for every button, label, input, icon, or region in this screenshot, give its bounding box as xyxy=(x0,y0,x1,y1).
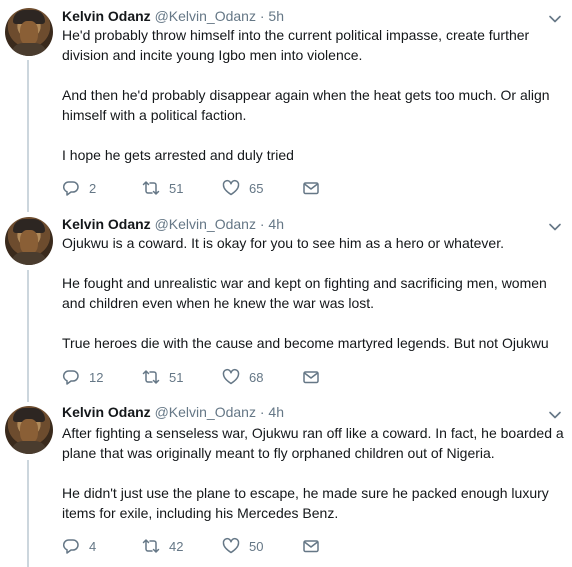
like-count: 65 xyxy=(249,180,264,196)
heart-icon xyxy=(222,180,240,196)
reply-count: 2 xyxy=(89,180,97,196)
retweet-button[interactable]: 51 xyxy=(142,178,183,198)
avatar[interactable] xyxy=(5,217,53,265)
like-count: 50 xyxy=(249,538,264,554)
avatar[interactable] xyxy=(5,8,53,56)
chevron-down-icon[interactable] xyxy=(548,12,562,26)
reply-count: 12 xyxy=(89,369,104,385)
reply-button[interactable]: 12 xyxy=(62,367,103,387)
envelope-icon xyxy=(303,540,319,553)
tweet-header: Kelvin Odanz @Kelvin_Odanz · 4h xyxy=(62,214,284,234)
tweet-paragraph: I hope he gets arrested and duly tried xyxy=(62,147,294,163)
timestamp[interactable]: · 4h xyxy=(260,216,284,232)
tweet-text: After fighting a senseless war, Ojukwu r… xyxy=(62,423,567,523)
heart-icon xyxy=(222,369,240,385)
chevron-down-icon[interactable] xyxy=(548,408,562,422)
like-button[interactable]: 65 xyxy=(222,178,263,198)
chevron-down-icon[interactable] xyxy=(548,220,562,234)
tweet-text: He'd probably throw himself into the cur… xyxy=(62,25,567,165)
reply-icon xyxy=(62,370,79,385)
dm-button[interactable] xyxy=(302,536,320,556)
reply-button[interactable]: 2 xyxy=(62,178,96,198)
display-name[interactable]: Kelvin Odanz xyxy=(62,8,151,24)
dm-button[interactable] xyxy=(302,178,320,198)
tweet-paragraph: Ojukwu is a coward. It is okay for you t… xyxy=(62,235,504,251)
reply-count: 4 xyxy=(89,538,97,554)
tweet-paragraph: And then he'd probably disappear again w… xyxy=(62,87,550,123)
reply-button[interactable]: 4 xyxy=(62,536,96,556)
timestamp[interactable]: · 4h xyxy=(260,404,284,420)
display-name[interactable]: Kelvin Odanz xyxy=(62,404,151,420)
tweet-header: Kelvin Odanz @Kelvin_Odanz · 4h xyxy=(62,402,284,422)
like-button[interactable]: 68 xyxy=(222,367,263,387)
tweet-header: Kelvin Odanz @Kelvin_Odanz · 5h xyxy=(62,6,284,26)
display-name[interactable]: Kelvin Odanz xyxy=(62,216,151,232)
tweet-text: Ojukwu is a coward. It is okay for you t… xyxy=(62,233,567,353)
tweet-paragraph: He didn't just use the plane to escape, … xyxy=(62,485,549,521)
timestamp[interactable]: · 5h xyxy=(260,8,284,24)
retweet-icon xyxy=(142,181,160,195)
avatar[interactable] xyxy=(5,406,53,454)
envelope-icon xyxy=(303,371,319,384)
like-count: 68 xyxy=(249,369,264,385)
user-handle[interactable]: @Kelvin_Odanz xyxy=(155,216,256,232)
retweet-button[interactable]: 42 xyxy=(142,536,183,556)
heart-icon xyxy=(222,538,240,554)
retweet-icon xyxy=(142,539,160,553)
tweet-paragraph: True heroes die with the cause and becom… xyxy=(62,335,549,351)
retweet-button[interactable]: 51 xyxy=(142,367,183,387)
envelope-icon xyxy=(303,182,319,195)
tweet-paragraph: After fighting a senseless war, Ojukwu r… xyxy=(62,425,564,461)
user-handle[interactable]: @Kelvin_Odanz xyxy=(155,404,256,420)
reply-icon xyxy=(62,539,79,554)
retweet-count: 51 xyxy=(169,180,184,196)
thread-line xyxy=(27,460,29,567)
dm-button[interactable] xyxy=(302,367,320,387)
retweet-count: 42 xyxy=(169,538,184,554)
like-button[interactable]: 50 xyxy=(222,536,263,556)
retweet-count: 51 xyxy=(169,369,184,385)
retweet-icon xyxy=(142,370,160,384)
reply-icon xyxy=(62,181,79,196)
thread-line xyxy=(27,270,29,402)
tweet-paragraph: He'd probably throw himself into the cur… xyxy=(62,27,530,63)
tweet-paragraph: He fought and unrealistic war and kept o… xyxy=(62,275,547,311)
user-handle[interactable]: @Kelvin_Odanz xyxy=(155,8,256,24)
thread-line xyxy=(27,60,29,212)
